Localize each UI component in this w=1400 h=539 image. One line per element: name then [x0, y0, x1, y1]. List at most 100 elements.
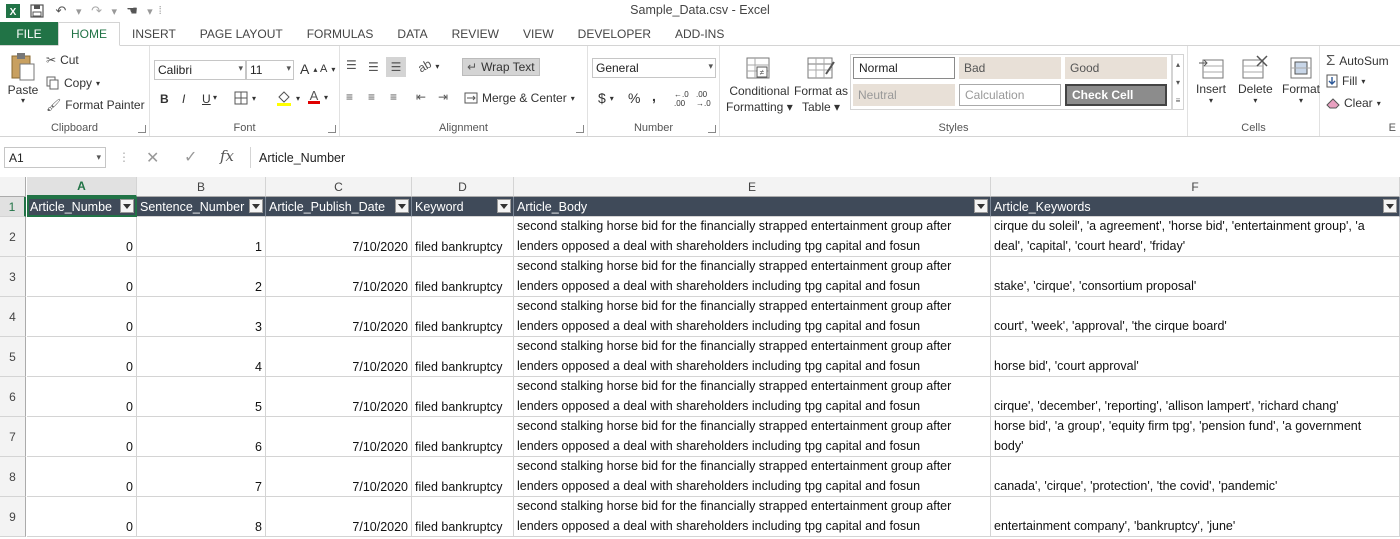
delete-cells-button[interactable]: Delete ▾: [1238, 54, 1273, 105]
cell-keyword[interactable]: filed bankruptcy: [412, 457, 514, 497]
format-as-table-button[interactable]: Format as Table ▾: [794, 56, 848, 114]
column-header-f[interactable]: F: [991, 177, 1400, 197]
align-top-button[interactable]: ☰: [346, 58, 357, 72]
cell-keyword[interactable]: filed bankruptcy: [412, 497, 514, 537]
copy-dropdown-icon[interactable]: ▾: [96, 79, 100, 88]
underline-dropdown-icon[interactable]: ▾: [213, 93, 217, 102]
header-cell-keyword[interactable]: Keyword: [412, 197, 514, 217]
cell-article-number[interactable]: 0: [27, 257, 137, 297]
name-box-dropdown-icon[interactable]: ▾: [96, 152, 101, 163]
autosum-button[interactable]: Σ AutoSum: [1326, 52, 1389, 69]
align-middle-button[interactable]: ☰: [368, 60, 379, 74]
cell-publish-date[interactable]: 7/10/2020: [266, 217, 412, 257]
orientation-button[interactable]: ab ▾: [415, 57, 439, 76]
cell-article-keywords[interactable]: cirque', 'december', 'reporting', 'allis…: [991, 377, 1400, 417]
insert-cells-button[interactable]: Insert ▾: [1196, 54, 1226, 105]
increase-indent-button[interactable]: ⇥: [438, 90, 448, 104]
gallery-up-icon[interactable]: ▴: [1176, 60, 1180, 69]
underline-button[interactable]: U: [202, 92, 211, 106]
cell-sentence-number[interactable]: 7: [137, 457, 266, 497]
currency-button[interactable]: $ ▾: [598, 90, 614, 106]
clipboard-launcher-icon[interactable]: [138, 125, 146, 133]
cell-article-body[interactable]: second stalking horse bid for the financ…: [514, 297, 991, 337]
cell-article-number[interactable]: 0: [27, 457, 137, 497]
borders-button[interactable]: ▾: [234, 91, 256, 105]
cell-publish-date[interactable]: 7/10/2020: [266, 337, 412, 377]
row-header-1[interactable]: 1: [0, 197, 26, 217]
tab-file[interactable]: FILE: [0, 22, 58, 46]
cell-sentence-number[interactable]: 4: [137, 337, 266, 377]
style-good[interactable]: Good: [1065, 57, 1167, 79]
filter-dropdown-icon[interactable]: [395, 199, 409, 213]
cell-keyword[interactable]: filed bankruptcy: [412, 297, 514, 337]
cell-publish-date[interactable]: 7/10/2020: [266, 377, 412, 417]
row-header[interactable]: 6: [0, 377, 26, 417]
style-neutral[interactable]: Neutral: [853, 84, 955, 106]
filter-dropdown-icon[interactable]: [249, 199, 263, 213]
cell-publish-date[interactable]: 7/10/2020: [266, 457, 412, 497]
header-cell-article-keywords[interactable]: Article_Keywords: [991, 197, 1400, 217]
cell-article-keywords[interactable]: horse bid', 'court approval': [991, 337, 1400, 377]
tab-data[interactable]: DATA: [385, 22, 439, 46]
cell-publish-date[interactable]: 7/10/2020: [266, 297, 412, 337]
tab-home[interactable]: HOME: [58, 22, 120, 46]
cell-article-keywords[interactable]: court', 'week', 'approval', 'the cirque …: [991, 297, 1400, 337]
bold-button[interactable]: B: [160, 92, 169, 106]
conditional-formatting-button[interactable]: ≠ Conditional Formatting ▾: [726, 56, 793, 114]
comma-button[interactable]: ,: [652, 88, 656, 104]
tab-formulas[interactable]: FORMULAS: [295, 22, 386, 46]
cell-article-keywords[interactable]: entertainment company', 'bankruptcy', 'j…: [991, 497, 1400, 537]
align-left-button[interactable]: ≡: [346, 90, 353, 104]
insert-function-icon[interactable]: fx: [220, 147, 234, 165]
shrink-font-button[interactable]: A ▾: [320, 63, 335, 75]
align-bottom-button[interactable]: ☰: [386, 57, 406, 77]
font-color-button[interactable]: A ▾: [308, 89, 328, 104]
cell-sentence-number[interactable]: 2: [137, 257, 266, 297]
column-header-c[interactable]: C: [266, 177, 412, 197]
select-all-corner[interactable]: [0, 177, 26, 197]
cell-article-body[interactable]: second stalking horse bid for the financ…: [514, 417, 991, 457]
cell-article-body[interactable]: second stalking horse bid for the financ…: [514, 377, 991, 417]
cell-article-body[interactable]: second stalking horse bid for the financ…: [514, 497, 991, 537]
cancel-icon[interactable]: ✕: [146, 148, 159, 168]
format-painter-button[interactable]: 🖌 Format Painter: [46, 98, 145, 112]
font-name-combo[interactable]: Calibri ▾: [154, 60, 246, 80]
cell-article-body[interactable]: second stalking horse bid for the financ…: [514, 457, 991, 497]
grow-font-button[interactable]: A ▴: [300, 61, 317, 77]
copy-button[interactable]: Copy ▾: [46, 76, 100, 90]
tab-view[interactable]: VIEW: [511, 22, 566, 46]
cell-keyword[interactable]: filed bankruptcy: [412, 337, 514, 377]
number-launcher-icon[interactable]: [708, 125, 716, 133]
cell-publish-date[interactable]: 7/10/2020: [266, 417, 412, 457]
cell-sentence-number[interactable]: 1: [137, 217, 266, 257]
enter-icon[interactable]: ✓: [184, 147, 197, 167]
cell-sentence-number[interactable]: 3: [137, 297, 266, 337]
align-right-button[interactable]: ≡: [390, 90, 397, 104]
fill-color-button[interactable]: ▾: [276, 90, 300, 106]
paste-dropdown-icon[interactable]: ▾: [21, 97, 25, 105]
font-size-combo[interactable]: 11 ▾: [246, 60, 294, 80]
merge-center-button[interactable]: Merge & Center ▾: [464, 91, 575, 105]
tab-review[interactable]: REVIEW: [440, 22, 511, 46]
filter-dropdown-icon[interactable]: [1383, 199, 1397, 213]
tab-insert[interactable]: INSERT: [120, 22, 188, 46]
percent-button[interactable]: %: [628, 90, 640, 106]
header-cell-sentence-number[interactable]: Sentence_Number: [137, 197, 266, 217]
cell-article-number[interactable]: 0: [27, 217, 137, 257]
cell-article-body[interactable]: second stalking horse bid for the financ…: [514, 217, 991, 257]
gallery-more-icon[interactable]: ≡: [1176, 96, 1181, 105]
style-normal[interactable]: Normal: [853, 57, 955, 79]
italic-button[interactable]: I: [182, 92, 185, 106]
column-header-a[interactable]: A: [27, 177, 137, 197]
decrease-decimal-button[interactable]: .00 →.0: [696, 90, 716, 108]
tab-page-layout[interactable]: PAGE LAYOUT: [188, 22, 295, 46]
column-header-e[interactable]: E: [514, 177, 991, 197]
cell-article-number[interactable]: 0: [27, 497, 137, 537]
cell-keyword[interactable]: filed bankruptcy: [412, 377, 514, 417]
wrap-text-button[interactable]: ↵ Wrap Text: [462, 58, 540, 76]
filter-dropdown-icon[interactable]: [497, 199, 511, 213]
cell-article-number[interactable]: 0: [27, 297, 137, 337]
row-header[interactable]: 9: [0, 497, 26, 537]
header-cell-article-body[interactable]: Article_Body: [514, 197, 991, 217]
cut-button[interactable]: ✂ Cut: [46, 53, 79, 67]
